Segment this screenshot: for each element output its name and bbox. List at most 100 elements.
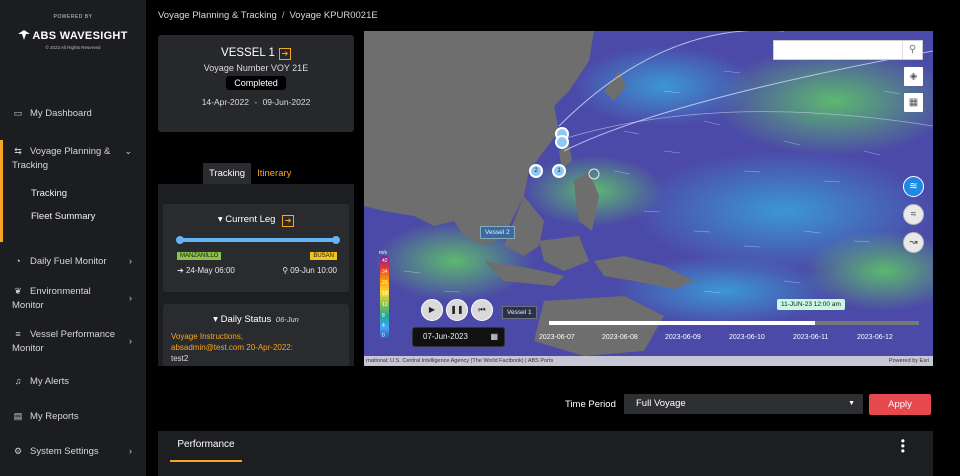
arrival-time: ⚲ 09-Jun 10:00 [282, 266, 337, 275]
powered-by-label: POWERED BY [53, 14, 93, 20]
sidebar-item-system-settings[interactable]: ⚙ System Settings › [0, 444, 146, 459]
sidebar-item-voyage-planning[interactable]: ⇆ Voyage Planning & ⌄ Tracking [3, 144, 146, 173]
timeline-slider[interactable] [549, 321, 919, 325]
daily-status-date: 06-Jun [275, 315, 299, 324]
vessel-1-tag[interactable]: Vessel 1 [502, 306, 537, 319]
sidebar-item-vessel-performance[interactable]: ≡ Vessel Performance Monitor › [0, 327, 146, 356]
open-vessel-button[interactable]: ➔ [278, 48, 291, 60]
chevron-right-icon: › [129, 293, 132, 303]
pause-button[interactable]: ❚❚ [446, 299, 468, 321]
timeline-label: 2023-06-09 [665, 334, 701, 341]
voyage-dates: 14-Apr-2022 - 09-Jun-2022 [158, 97, 354, 107]
tab-performance[interactable]: Performance [170, 431, 242, 462]
status-badge: Completed [226, 76, 286, 90]
timeline-tooltip: 11-JUN-23 12:00 am [777, 299, 845, 310]
sidebar-item-label: System Settings [30, 446, 99, 457]
sidebar-nav: ▭ My Dashboard ⇆ Voyage Planning & ⌄ Track… [0, 100, 146, 459]
legend-tick: 0 [382, 333, 385, 339]
current-layer-button[interactable]: ↝ [903, 232, 924, 253]
sliders-icon: ≡ [15, 329, 21, 339]
sidebar-item-daily-fuel[interactable]: ◔ Daily Fuel Monitor › [0, 254, 146, 269]
breadcrumb-current: Voyage KPUR0021E [289, 10, 378, 21]
arrow-right-icon: ➔ [177, 266, 184, 275]
open-leg-button[interactable]: ➔ [282, 215, 295, 227]
sidebar-item-dashboard[interactable]: ▭ My Dashboard [0, 106, 146, 121]
wind-layer-button[interactable]: ≋ [903, 176, 924, 197]
sidebar-item-label-2: Monitor [12, 300, 44, 311]
sidebar: POWERED BY ABS WAVESIGHT © 2023 All Righ… [0, 0, 146, 476]
current-icon: ↝ [909, 237, 918, 248]
esri-credit[interactable]: Powered by Esri [889, 356, 929, 366]
chevron-down-icon: ⌄ [124, 146, 132, 156]
basemap-button[interactable]: ▦ [904, 93, 923, 112]
tab-itinerary[interactable]: Itinerary [251, 163, 297, 184]
subnav-tracking[interactable]: Tracking [3, 187, 146, 201]
map-attribution: rnational; U.S. Central Intelligence Age… [364, 356, 933, 366]
gear-icon: ⚙ [13, 446, 23, 456]
search-icon[interactable]: ⚲ [902, 41, 922, 59]
collapse-caret-icon[interactable]: ▾ [213, 314, 218, 325]
playback-date-value: 07-Jun-2023 [423, 332, 468, 341]
timeline-played [549, 321, 816, 325]
sidebar-item-alerts[interactable]: ♫ My Alerts [0, 374, 146, 389]
sidebar-item-label: Vessel Performance [30, 329, 116, 340]
vessel-title: VESSEL 1 ➔ [158, 47, 354, 60]
departure-time-value: 24-May 06:00 [185, 266, 235, 275]
progress-start-knob [176, 236, 184, 244]
legend-tick: 26 [382, 280, 388, 286]
collapse-caret-icon[interactable]: ▾ [218, 214, 223, 225]
sidebar-item-label-2: Tracking [12, 160, 49, 171]
monitor-icon: ▭ [13, 108, 23, 118]
breadcrumb-separator: / [281, 10, 285, 21]
tab-tracking[interactable]: Tracking [203, 163, 252, 184]
sidebar-item-reports[interactable]: ▤ My Reports [0, 409, 146, 424]
calendar-icon[interactable]: ▦ [490, 328, 498, 346]
wave-icon: ≈ [910, 209, 917, 220]
chevron-right-icon: › [129, 336, 132, 346]
breadcrumb-parent[interactable]: Voyage Planning & Tracking [158, 10, 277, 21]
sidebar-item-label-2: Monitor [12, 343, 44, 354]
tracking-panel: ▾ Current Leg ➔ MANZANILLO BUSAN ➔ 24-Ma… [158, 184, 354, 366]
status-instruction-line: Voyage Instructions, [171, 332, 244, 341]
apply-button[interactable]: Apply [869, 394, 931, 415]
route-pin-2[interactable]: 2 [529, 164, 543, 178]
arrival-port: BUSAN [310, 252, 337, 260]
playback-date-field[interactable]: 07-Jun-2023 ▦ [412, 327, 505, 347]
brand-logo-text: ABS WAVESIGHT [32, 30, 128, 42]
vessel-name: VESSEL 1 [221, 47, 275, 59]
brand-logo: ABS WAVESIGHT [0, 30, 146, 42]
tab-bar: Tracking Itinerary [203, 163, 297, 184]
voyage-date-dash: - [254, 97, 258, 107]
current-leg-label: Current Leg [225, 214, 276, 225]
time-period-value: Full Voyage [636, 398, 686, 409]
arrival-time-value: 09-Jun 10:00 [290, 266, 337, 275]
rights-label: © 2023 All Rights Reserved [45, 45, 101, 50]
voyage-end-date: 09-Jun-2022 [262, 97, 311, 107]
skip-back-button[interactable]: ⏮ [471, 299, 493, 321]
leg-progress-bar [176, 236, 340, 244]
subnav-fleet-summary[interactable]: Fleet Summary [3, 210, 146, 224]
layers-button[interactable]: ◈ [904, 67, 923, 86]
performance-section: Performance • • • [158, 431, 933, 476]
time-period-select[interactable]: Full Voyage ▼ [624, 394, 863, 414]
route-pin-1[interactable]: 1 [552, 164, 566, 178]
more-options-icon[interactable]: • • • [901, 435, 905, 457]
breadcrumb: Voyage Planning & Tracking / Voyage KPUR00… [158, 10, 378, 21]
time-period-label: Time Period [565, 399, 616, 410]
current-leg-card: ▾ Current Leg ➔ MANZANILLO BUSAN ➔ 24-Ma… [163, 204, 349, 292]
route-pin[interactable] [555, 135, 569, 149]
skip-back-icon: ⏮ [478, 305, 486, 314]
current-leg-title: ▾ Current Leg ➔ [163, 214, 349, 227]
app-root: POWERED BY ABS WAVESIGHT © 2023 All Righ… [0, 0, 960, 476]
map-search-input[interactable]: ⚲ [773, 40, 923, 60]
weather-map[interactable]: ⚲ ◈ ▦ ≋ ≈ ↝ 2 1 Vessel 2 Vessel 1 m/s 42… [364, 31, 933, 366]
legend-tick: 12 [382, 302, 388, 308]
status-author-line: absadmin@test.com 20-Apr-2022: [171, 343, 293, 352]
sidebar-item-label: My Reports [30, 411, 79, 422]
sidebar-item-environmental[interactable]: ❦ Environmental Monitor › [0, 284, 146, 313]
vessel-2-tag[interactable]: Vessel 2 [480, 226, 515, 239]
play-button[interactable]: ▶ [421, 299, 443, 321]
wave-layer-button[interactable]: ≈ [903, 204, 924, 225]
pause-icon: ❚❚ [450, 305, 464, 314]
legend-tick: 4 [382, 323, 385, 329]
